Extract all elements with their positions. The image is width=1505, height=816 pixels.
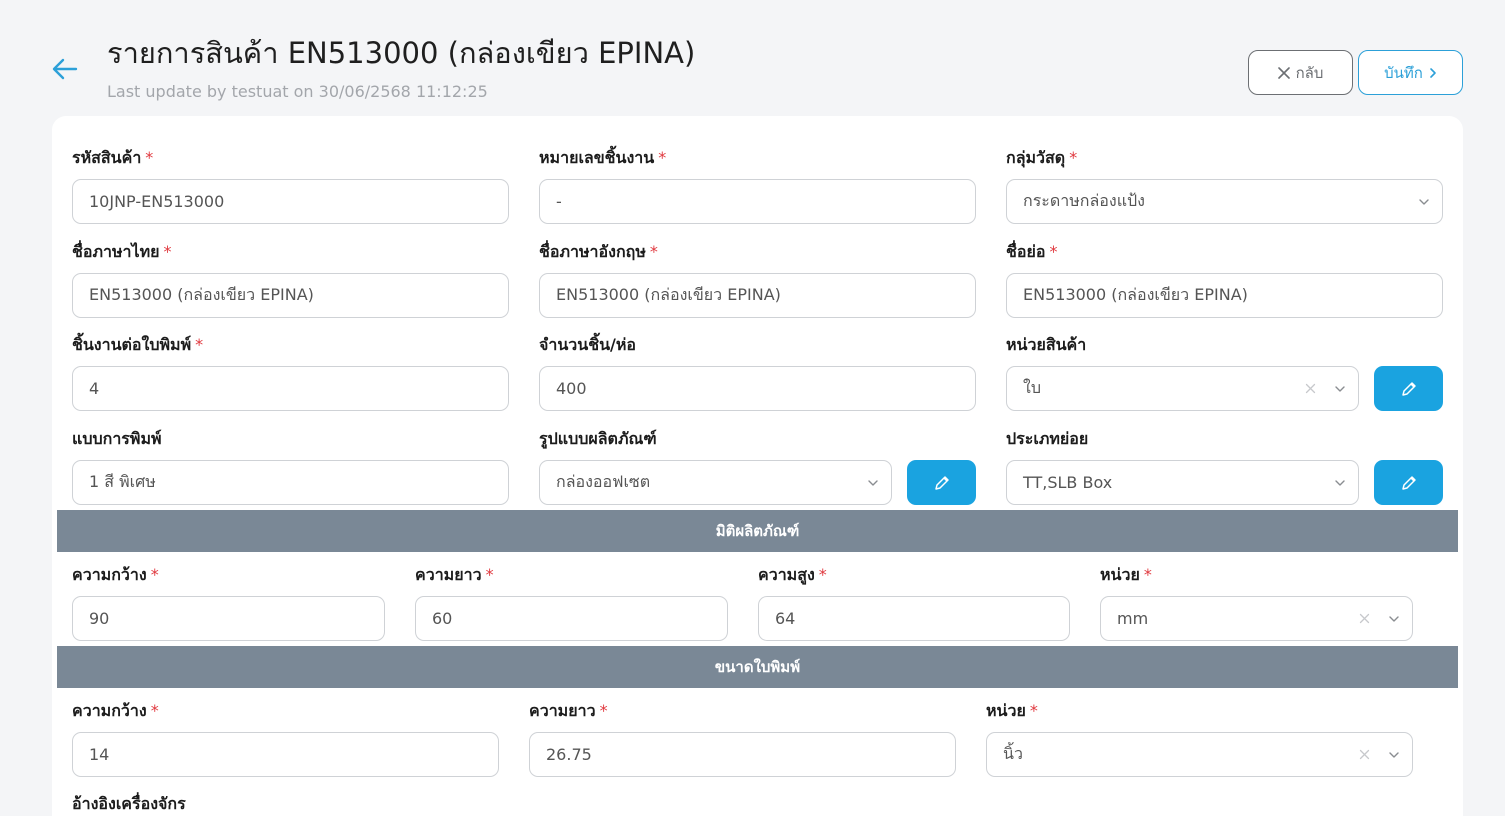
- section-sheet-size: ขนาดใบพิมพ์: [57, 646, 1458, 688]
- save-button-label: บันทึก: [1384, 63, 1423, 82]
- chevron-down-icon: [1419, 198, 1429, 205]
- label-sub-type: ประเภทย่อย: [1006, 429, 1089, 448]
- chevron-down-icon: [1389, 751, 1399, 758]
- clear-x-icon[interactable]: [1359, 613, 1370, 624]
- material-group-value: กระดาษกล่องแป้ง: [1023, 191, 1145, 210]
- label-product-code: รหัสสินค้า *: [72, 148, 154, 167]
- label-short-name: ชื่อย่อ *: [1006, 242, 1058, 261]
- short-name-input[interactable]: EN513000 (กล่องเขียว EPINA): [1006, 273, 1443, 318]
- clear-x-icon[interactable]: [1305, 383, 1316, 394]
- sheet-unit-value: นิ้ว: [1003, 744, 1023, 763]
- sheet-width-input[interactable]: 14: [72, 732, 499, 777]
- page-title: รายการสินค้า EN513000 (กล่องเขียว EPINA): [107, 36, 696, 70]
- section-dimensions: มิติผลิตภัณฑ์: [57, 510, 1458, 552]
- label-dim-height: ความสูง *: [758, 565, 827, 584]
- sheet-length-input[interactable]: 26.75: [529, 732, 956, 777]
- chevron-down-icon: [1335, 385, 1345, 392]
- edit-sub-type-button[interactable]: [1374, 460, 1443, 505]
- product-unit-select[interactable]: ใบ: [1006, 366, 1359, 411]
- dim-width-input[interactable]: 90: [72, 596, 385, 641]
- back-button[interactable]: กลับ: [1248, 50, 1353, 95]
- last-update-text: Last update by testuat on 30/06/2568 11:…: [107, 82, 488, 101]
- label-product-unit: หน่วยสินค้า: [1006, 335, 1087, 354]
- name-th-input[interactable]: EN513000 (กล่องเขียว EPINA): [72, 273, 509, 318]
- label-sheet-length: ความยาว *: [529, 701, 608, 720]
- dim-unit-value: mm: [1117, 609, 1149, 628]
- edit-product-format-button[interactable]: [907, 460, 976, 505]
- label-print-type: แบบการพิมพ์: [72, 429, 162, 448]
- sub-type-value: TT,SLB Box: [1023, 473, 1113, 492]
- label-part-number: หมายเลขชิ้นงาน *: [539, 148, 667, 167]
- label-sheet-width: ความกว้าง *: [72, 701, 159, 720]
- label-sheet-unit: หน่วย *: [986, 701, 1038, 720]
- dim-unit-select[interactable]: mm: [1100, 596, 1413, 641]
- chevron-down-icon: [868, 479, 878, 486]
- chevron-down-icon: [1335, 479, 1345, 486]
- product-unit-value: ใบ: [1023, 378, 1041, 397]
- sheet-unit-select[interactable]: นิ้ว: [986, 732, 1413, 777]
- label-pieces-per-sheet: ชิ้นงานต่อใบพิมพ์ *: [72, 335, 204, 354]
- name-en-input[interactable]: EN513000 (กล่องเขียว EPINA): [539, 273, 976, 318]
- label-name-th: ชื่อภาษาไทย *: [72, 242, 172, 261]
- back-arrow-icon[interactable]: [50, 55, 80, 83]
- label-product-format: รูปแบบผลิตภัณฑ์: [539, 429, 657, 448]
- label-name-en: ชื่อภาษาอังกฤษ *: [539, 242, 658, 261]
- product-format-value: กล่องออฟเซต: [556, 472, 651, 491]
- material-group-select[interactable]: กระดาษกล่องแป้ง: [1006, 179, 1443, 224]
- chevron-down-icon: [1389, 615, 1399, 622]
- pencil-icon: [934, 475, 949, 490]
- pieces-per-sheet-input[interactable]: 4: [72, 366, 509, 411]
- label-dim-unit: หน่วย *: [1100, 565, 1152, 584]
- dim-length-input[interactable]: 60: [415, 596, 728, 641]
- save-button[interactable]: บันทึก: [1358, 50, 1463, 95]
- product-code-input[interactable]: 10JNP-EN513000: [72, 179, 509, 224]
- back-button-label: กลับ: [1295, 63, 1324, 82]
- label-pieces-per-pack: จำนวนชิ้น/ห่อ: [539, 335, 637, 354]
- product-format-select[interactable]: กล่องออฟเซต: [539, 460, 892, 505]
- label-machine-ref: อ้างอิงเครื่องจักร: [72, 794, 186, 813]
- label-dim-width: ความกว้าง *: [72, 565, 159, 584]
- dim-height-input[interactable]: 64: [758, 596, 1070, 641]
- part-number-input[interactable]: -: [539, 179, 976, 224]
- label-material-group: กลุ่มวัสดุ *: [1006, 148, 1078, 167]
- clear-x-icon[interactable]: [1359, 749, 1370, 760]
- pencil-icon: [1401, 381, 1416, 396]
- pieces-per-pack-input[interactable]: 400: [539, 366, 976, 411]
- chevron-right-icon: [1430, 67, 1436, 78]
- label-dim-length: ความยาว *: [415, 565, 494, 584]
- sub-type-select[interactable]: TT,SLB Box: [1006, 460, 1359, 505]
- close-icon: [1277, 66, 1290, 79]
- pencil-icon: [1401, 475, 1416, 490]
- print-type-input[interactable]: 1 สี พิเศษ: [72, 460, 509, 505]
- edit-product-unit-button[interactable]: [1374, 366, 1443, 411]
